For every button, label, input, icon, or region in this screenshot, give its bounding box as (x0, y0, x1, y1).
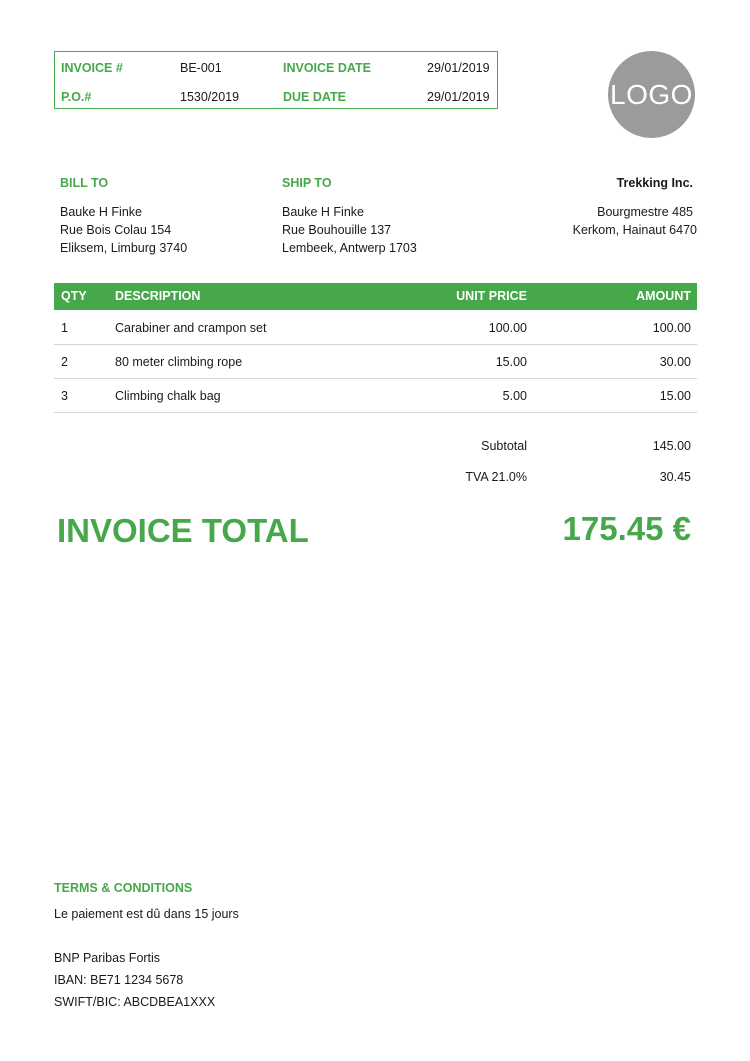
header-qty: QTY (61, 289, 87, 303)
table-row: 3 Climbing chalk bag 5.00 15.00 (54, 379, 697, 413)
tax-value: 30.45 (659, 470, 691, 484)
terms-heading: TERMS & CONDITIONS (54, 881, 193, 895)
bill-to-address: Bauke H Finke Rue Bois Colau 154 Eliksem… (60, 203, 187, 257)
row-unit-price: 5.00 (502, 389, 527, 403)
header-description: DESCRIPTION (115, 289, 201, 303)
invoice-number-label: INVOICE # (61, 61, 123, 75)
row-qty: 2 (61, 355, 68, 369)
invoice-total-value: 175.45 € (562, 510, 691, 547)
ship-to-label: SHIP TO (282, 176, 332, 190)
ship-to-street: Rue Bouhouille 137 (282, 223, 392, 237)
header-amount: AMOUNT (636, 289, 691, 303)
po-value: 1530/2019 (180, 90, 240, 104)
bank-name: BNP Paribas Fortis (54, 951, 161, 965)
bank-iban: IBAN: BE71 1234 5678 (54, 973, 184, 987)
invoice-meta-box: INVOICE # BE-001 INVOICE DATE 29/01/2019… (54, 51, 498, 109)
due-date-value: 29/01/2019 (427, 90, 490, 104)
header-unit-price: UNIT PRICE (456, 289, 527, 303)
subtotal-value: 145.00 (652, 439, 691, 453)
terms-text: Le paiement est dû dans 15 jours (54, 907, 239, 921)
table-row: 1 Carabiner and crampon set 100.00 100.0… (54, 311, 697, 345)
company-name: Trekking Inc. (616, 176, 693, 190)
tax-label: TVA 21.0% (465, 470, 527, 484)
row-unit-price: 15.00 (495, 355, 527, 369)
invoice-total-label: INVOICE TOTAL (57, 512, 309, 549)
company-street: Bourgmestre 485 (597, 205, 693, 219)
bank-swift: SWIFT/BIC: ABCDBEA1XXX (54, 995, 216, 1009)
row-description: Carabiner and crampon set (115, 321, 267, 335)
company-address: Bourgmestre 485 Kerkom, Hainaut 6470 (573, 203, 697, 239)
due-date-label: DUE DATE (283, 90, 346, 104)
row-description: 80 meter climbing rope (115, 355, 243, 369)
ship-to-city: Lembeek, Antwerp 1703 (282, 241, 417, 255)
bill-to-city: Eliksem, Limburg 3740 (60, 241, 188, 255)
company-logo: LOGO (608, 51, 695, 138)
row-amount: 30.00 (659, 355, 691, 369)
company-city: Kerkom, Hainaut 6470 (572, 223, 697, 237)
ship-to-address: Bauke H Finke Rue Bouhouille 137 Lembeek… (282, 203, 417, 257)
subtotal-label: Subtotal (481, 439, 527, 453)
row-amount: 100.00 (652, 321, 691, 335)
bill-to-street: Rue Bois Colau 154 (60, 223, 172, 237)
row-amount: 15.00 (659, 389, 691, 403)
invoice-date-label: INVOICE DATE (283, 61, 371, 75)
po-label: P.O.# (61, 90, 92, 104)
ship-to-name: Bauke H Finke (282, 205, 364, 219)
table-row: 2 80 meter climbing rope 15.00 30.00 (54, 345, 697, 379)
row-qty: 1 (61, 321, 68, 335)
invoice-date-value: 29/01/2019 (427, 61, 490, 75)
bill-to-label: BILL TO (60, 176, 109, 190)
row-unit-price: 100.00 (488, 321, 527, 335)
items-table-header: QTY DESCRIPTION UNIT PRICE AMOUNT (54, 283, 697, 310)
row-qty: 3 (61, 389, 68, 403)
row-description: Climbing chalk bag (115, 389, 221, 403)
bill-to-name: Bauke H Finke (60, 205, 142, 219)
invoice-number-value: BE-001 (180, 61, 222, 75)
